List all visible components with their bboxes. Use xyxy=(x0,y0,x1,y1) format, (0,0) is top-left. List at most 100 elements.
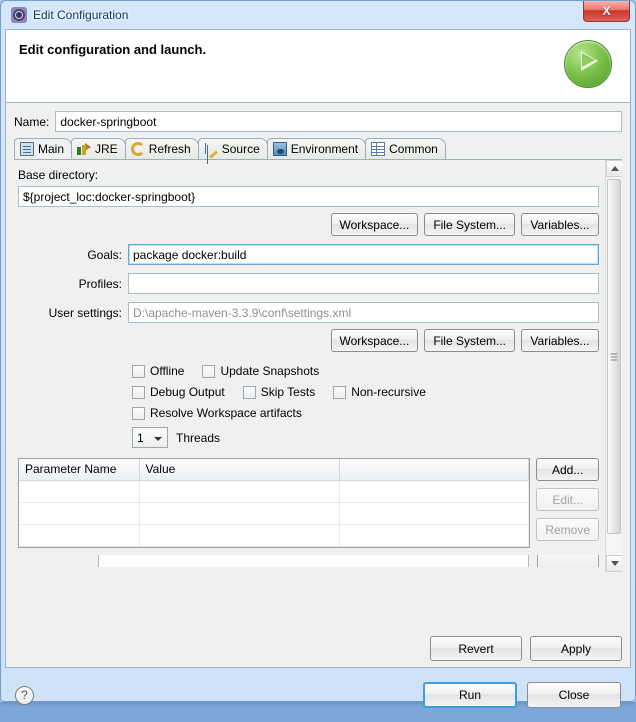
name-row: Name: xyxy=(14,111,622,132)
tab-source-label: Source xyxy=(222,142,260,156)
checkbox-row-3: Resolve Workspace artifacts xyxy=(132,406,599,420)
options-checkbox-area: Offline Update Snapshots Debug Output xyxy=(18,364,599,448)
checkbox-resolve-workspace-artifacts[interactable]: Resolve Workspace artifacts xyxy=(132,406,302,420)
file-system-button-top[interactable]: File System... xyxy=(424,213,515,236)
column-value: Value xyxy=(139,459,339,480)
edit-configuration-window: Edit Configuration X Edit configuration … xyxy=(0,0,636,702)
threads-row: 1 Threads xyxy=(132,427,599,448)
dialog-footer: ? Run Close xyxy=(5,668,631,722)
window-close-button[interactable]: X xyxy=(583,1,630,22)
environment-monitor-icon xyxy=(273,142,287,156)
tab-environment-label: Environment xyxy=(291,142,358,156)
tab-source[interactable]: Source xyxy=(198,138,268,159)
threads-select[interactable]: 1 xyxy=(132,427,168,448)
profiles-label: Profiles: xyxy=(18,277,122,291)
tab-refresh[interactable]: Refresh xyxy=(125,138,199,159)
base-directory-buttons: Workspace... File System... Variables... xyxy=(18,213,599,236)
checkbox-skip-tests[interactable]: Skip Tests xyxy=(243,385,315,399)
checkbox-box[interactable] xyxy=(202,365,215,378)
tab-main-label: Main xyxy=(38,142,64,156)
scrollbar-track[interactable] xyxy=(606,177,622,555)
checkbox-update-snapshots[interactable]: Update Snapshots xyxy=(202,364,319,378)
tab-bar: Main JRE Refresh Source Environment Comm… xyxy=(14,138,622,160)
parameters-area: Parameter Name Value xyxy=(18,458,599,548)
revert-button[interactable]: Revert xyxy=(430,636,522,661)
source-tree-icon xyxy=(204,142,218,156)
table-row[interactable] xyxy=(19,524,529,546)
profiles-input[interactable] xyxy=(128,273,599,294)
close-button[interactable]: Close xyxy=(527,682,621,708)
user-settings-buttons: Workspace... File System... Variables... xyxy=(18,329,599,352)
checkbox-non-recursive-label: Non-recursive xyxy=(351,385,426,399)
checkbox-box[interactable] xyxy=(243,386,256,399)
refresh-swirl-icon xyxy=(131,142,145,156)
content-scrollbar[interactable] xyxy=(605,160,622,572)
checkbox-non-recursive[interactable]: Non-recursive xyxy=(333,385,426,399)
workspace-button-bottom[interactable]: Workspace... xyxy=(331,329,419,352)
run-button[interactable]: Run xyxy=(423,682,517,708)
workspace-button-top[interactable]: Workspace... xyxy=(331,213,419,236)
name-label: Name: xyxy=(14,115,49,129)
goals-row: Goals: xyxy=(18,244,599,265)
tab-environment[interactable]: Environment xyxy=(267,138,366,159)
tab-main[interactable]: Main xyxy=(14,138,72,159)
checkbox-box[interactable] xyxy=(132,407,145,420)
base-directory-label: Base directory: xyxy=(18,168,599,182)
checkbox-box[interactable] xyxy=(132,386,145,399)
column-parameter-name: Parameter Name xyxy=(19,459,139,480)
table-row[interactable] xyxy=(19,502,529,524)
variables-button-bottom[interactable]: Variables... xyxy=(521,329,599,352)
checkbox-offline[interactable]: Offline xyxy=(132,364,184,378)
apply-revert-bar: Revert Apply xyxy=(14,630,622,661)
checkbox-skip-tests-label: Skip Tests xyxy=(261,385,315,399)
table-header-row: Parameter Name Value xyxy=(19,459,529,480)
common-table-icon xyxy=(371,142,385,156)
scrollbar-grip-icon xyxy=(611,356,618,357)
checkbox-row-1: Offline Update Snapshots xyxy=(132,364,599,378)
checkbox-resolve-workspace-artifacts-label: Resolve Workspace artifacts xyxy=(150,406,302,420)
chevron-down-icon xyxy=(154,437,162,441)
header-banner: Edit configuration and launch. xyxy=(5,29,631,103)
file-system-button-bottom[interactable]: File System... xyxy=(424,329,515,352)
tab-refresh-label: Refresh xyxy=(149,142,191,156)
gear-icon xyxy=(11,7,27,23)
apply-button[interactable]: Apply xyxy=(530,636,622,661)
scrollbar-thumb[interactable] xyxy=(607,179,621,534)
checkbox-update-snapshots-label: Update Snapshots xyxy=(220,364,319,378)
checkbox-box[interactable] xyxy=(333,386,346,399)
window-titlebar: Edit Configuration X xyxy=(5,1,631,29)
edit-parameter-button: Edit... xyxy=(536,488,599,511)
parameter-table-buttons: Add... Edit... Remove xyxy=(536,458,599,548)
tab-jre[interactable]: JRE xyxy=(71,138,126,159)
profiles-row: Profiles: xyxy=(18,273,599,294)
main-tab-scroll-area: Base directory: Workspace... File System… xyxy=(14,160,622,572)
run-play-icon xyxy=(560,36,616,92)
parameter-table[interactable]: Parameter Name Value xyxy=(18,458,530,548)
books-icon xyxy=(77,142,91,156)
threads-value: 1 xyxy=(137,431,144,445)
threads-label: Threads xyxy=(176,431,220,445)
user-settings-input[interactable] xyxy=(128,302,599,323)
clipboard-icon xyxy=(20,142,34,156)
variables-button-top[interactable]: Variables... xyxy=(521,213,599,236)
tab-common-label: Common xyxy=(389,142,438,156)
scroll-down-arrow-icon[interactable] xyxy=(606,555,622,572)
user-settings-row: User settings: xyxy=(18,302,599,323)
tab-common[interactable]: Common xyxy=(365,138,446,159)
remove-parameter-button: Remove xyxy=(536,518,599,541)
checkbox-debug-output[interactable]: Debug Output xyxy=(132,385,225,399)
checkbox-debug-output-label: Debug Output xyxy=(150,385,225,399)
scroll-up-arrow-icon[interactable] xyxy=(606,160,622,177)
configuration-name-input[interactable] xyxy=(55,111,622,132)
column-extra xyxy=(339,459,529,480)
page-title: Edit configuration and launch. xyxy=(6,30,206,57)
table-row[interactable] xyxy=(19,480,529,502)
footer-buttons: Run Close xyxy=(423,682,621,708)
checkbox-row-2: Debug Output Skip Tests Non-recursive xyxy=(132,385,599,399)
base-directory-input[interactable] xyxy=(18,186,599,207)
goals-label: Goals: xyxy=(18,248,122,262)
add-parameter-button[interactable]: Add... xyxy=(536,458,599,481)
checkbox-offline-label: Offline xyxy=(150,364,184,378)
goals-input[interactable] xyxy=(128,244,599,265)
checkbox-box[interactable] xyxy=(132,365,145,378)
